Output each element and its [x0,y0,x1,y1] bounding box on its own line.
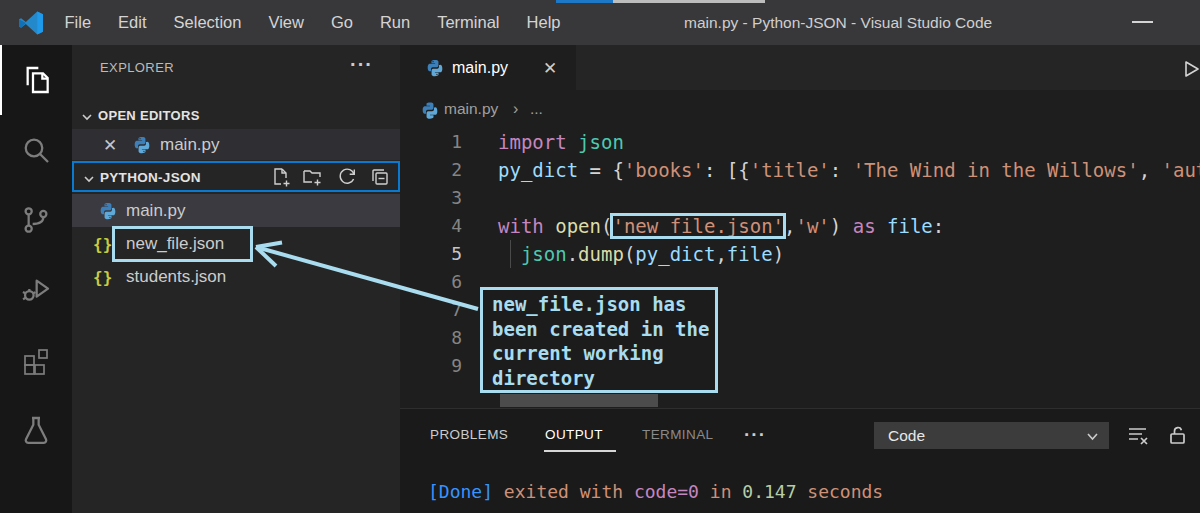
testing-icon [20,414,52,446]
output-log-line: [Done] exited with code=0 in 0.147 secon… [428,481,883,502]
top-edge-gray-strip [613,0,765,3]
activity-search[interactable] [0,115,72,185]
tab-close-icon[interactable]: ✕ [543,57,557,78]
code-line-5: 5 json.dump(py_dict,file) [400,240,1200,268]
horizontal-scrollbar[interactable] [500,394,658,407]
python-icon [425,58,445,78]
annotation-file-highlight-box [112,226,253,262]
extensions-icon [20,344,52,376]
explorer-sidebar: EXPLORER ··· OPEN EDITORS ✕main.py PYTHO… [72,45,400,513]
line-number: 2 [400,156,462,184]
line-number: 5 [400,240,462,268]
file-item-main.py[interactable]: main.py [72,194,400,227]
menu-help[interactable]: Help [513,13,574,32]
activity-run-debug[interactable] [0,255,72,325]
folder-section-header[interactable]: PYTHON-JSON [72,161,400,192]
open-editor-item-main.py[interactable]: ✕main.py [72,129,400,160]
activity-source-control[interactable] [0,185,72,255]
explorer-more-actions[interactable]: ··· [350,53,373,76]
title-bar: FileEditSelectionViewGoRunTerminalHelp m… [0,0,1200,45]
tab-label: main.py [452,59,508,77]
bottom-panel: PROBLEMS OUTPUT TERMINAL ··· Code [Done] e… [400,408,1200,513]
chevron-down-icon [83,171,95,183]
top-edge-blue-strip [556,0,613,3]
minimize-button[interactable] [1132,21,1153,23]
panel-tab-output[interactable]: OUTPUT [545,409,603,461]
line-number: 6 [400,268,462,296]
unlock-icon[interactable] [1166,424,1189,447]
editor-area: main.py ✕ main.py › ... 1import json2py_… [400,45,1200,513]
line-number: 4 [400,212,462,240]
activity-bar [0,45,72,513]
close-icon[interactable]: ✕ [103,134,117,155]
activity-testing[interactable] [0,395,72,465]
python-icon [420,101,437,118]
code-line-3: 3 [400,184,1200,212]
activity-extensions[interactable] [0,325,72,395]
clear-output-icon[interactable] [1126,424,1149,447]
menu-selection[interactable]: Selection [160,13,255,32]
chevron-down-icon [1086,429,1099,442]
python-icon [98,201,118,221]
open-editors-header[interactable]: OPEN EDITORS [72,100,400,130]
menu-go[interactable]: Go [317,13,366,32]
new-file-icon[interactable] [270,166,292,188]
line-number: 8 [400,324,462,352]
run-button[interactable] [1180,58,1200,80]
run-debug-icon [20,274,52,306]
vscode-logo-icon [18,10,44,36]
breadcrumb-file[interactable]: main.py [444,100,498,118]
annotation-text: new_file.json has been created in the cu… [492,292,709,390]
code-line-1: 1import json [400,128,1200,156]
breadcrumb-separator: › [513,100,518,118]
output-tab-underline [544,450,616,452]
output-channel-dropdown[interactable]: Code [874,422,1109,449]
search-icon [20,134,52,166]
line-number: 9 [400,352,462,380]
menu-view[interactable]: View [255,13,317,32]
tab-bar: main.py ✕ [400,45,1200,90]
tab-main-py[interactable]: main.py ✕ [400,45,576,90]
menu-edit[interactable]: Edit [105,13,160,32]
activity-explorer[interactable] [0,45,72,115]
panel-tab-problems[interactable]: PROBLEMS [430,409,508,461]
panel-tab-terminal[interactable]: TERMINAL [642,409,713,461]
play-icon [1180,58,1200,80]
explorer-icon [21,64,53,96]
code-line-2: 2py_dict = {'books': [{'title': 'The Win… [400,156,1200,184]
chevron-down-icon [81,109,93,121]
breadcrumb: main.py › ... [400,90,1200,128]
menu-bar: FileEditSelectionViewGoRunTerminalHelp [51,0,574,45]
menu-run[interactable]: Run [366,13,423,32]
annotation-box: new_file.json has been created in the cu… [480,287,718,393]
line-number: 3 [400,184,462,212]
new-folder-icon[interactable] [301,166,323,188]
python-icon [132,135,152,155]
menu-terminal[interactable]: Terminal [424,13,513,32]
json-icon: {} [93,267,112,286]
breadcrumb-symbol[interactable]: ... [530,100,543,118]
line-number: 1 [400,128,462,156]
line-number: 7 [400,296,462,324]
menu-file[interactable]: File [51,13,105,32]
vscode-window: FileEditSelectionViewGoRunTerminalHelp m… [0,0,1200,513]
window-title: main.py - Python-JSON - Visual Studio Co… [684,0,992,45]
panel-more-actions[interactable]: ··· [744,413,766,461]
refresh-icon[interactable] [336,166,358,188]
source-control-icon [20,204,52,236]
explorer-title: EXPLORER [100,60,174,75]
file-item-students.json[interactable]: {}students.json [72,260,400,293]
json-icon: {} [93,234,112,253]
code-line-4: 4with open('new_file.json','w') as file: [400,212,1200,240]
collapse-all-icon[interactable] [369,166,391,188]
